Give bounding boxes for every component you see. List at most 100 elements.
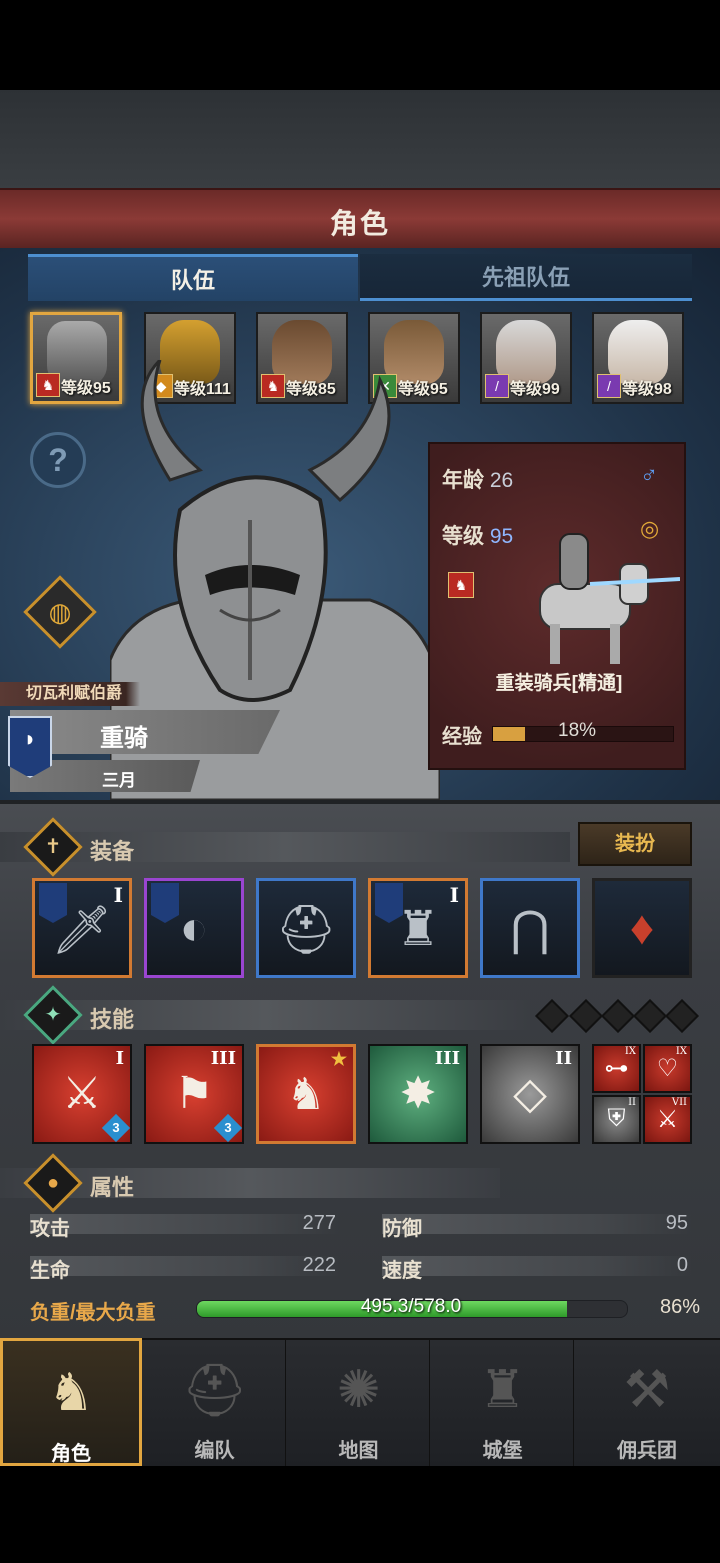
- dress-up-button[interactable]: 装扮: [578, 822, 692, 866]
- equip-slot-weapon[interactable]: 🗡 I: [32, 878, 132, 978]
- exp-label: 经验: [442, 726, 482, 748]
- skill-level: 3: [224, 1120, 232, 1135]
- passive-skill-4[interactable]: ⚔ VII: [643, 1095, 692, 1144]
- load-label: 负重/最大负重: [30, 1302, 156, 1324]
- nav-character[interactable]: ♞ 角色: [0, 1338, 142, 1466]
- defense-icon: ⛨: [607, 1105, 626, 1132]
- skill-1[interactable]: ⚔ I 3: [32, 1044, 132, 1144]
- member-level: 等级95: [61, 380, 111, 397]
- helmet-icon: ⛑: [275, 904, 337, 957]
- sword-icon: 🗡: [51, 904, 113, 957]
- attributes-title: 属性: [90, 1175, 135, 1200]
- age-label: 年龄: [442, 469, 484, 492]
- heart-icon: ♡: [656, 1055, 679, 1082]
- hero-month: 三月: [102, 771, 136, 790]
- passive-skill-2[interactable]: ♡ IX: [643, 1044, 692, 1093]
- stat-attack-label: 攻击: [30, 1218, 70, 1240]
- tab-ancestor-team[interactable]: 先祖队伍: [360, 254, 692, 301]
- gesture-bar-area: [0, 1466, 720, 1563]
- skill-4[interactable]: ✸ III: [368, 1044, 468, 1144]
- nav-castle[interactable]: ♜ 城堡: [432, 1338, 574, 1466]
- dagger-icon: ⚔: [656, 1106, 679, 1133]
- skill-level: 3: [112, 1120, 120, 1135]
- nav-label: 地图: [338, 1440, 379, 1462]
- stat-defense-label: 防御: [382, 1218, 422, 1240]
- compass-icon: ✺: [336, 1361, 381, 1419]
- load-value: 495.3/578.0: [360, 1296, 462, 1317]
- tab-team[interactable]: 队伍: [28, 254, 358, 301]
- stat-hp-label: 生命: [30, 1260, 70, 1282]
- mercenary-icon: ⚒: [623, 1361, 671, 1419]
- nav-formation[interactable]: ⛑ 编队: [144, 1338, 286, 1466]
- banner-skill-icon: ⚑: [174, 1069, 214, 1118]
- equip-slot-amulet[interactable]: ♦: [592, 878, 692, 978]
- faction-banner-icon: ◗: [8, 716, 52, 778]
- equip-slot-greaves[interactable]: ⋂: [480, 878, 580, 978]
- section-band: [0, 832, 570, 862]
- passive-rank: VII: [671, 1097, 687, 1108]
- level-label: 等级: [442, 525, 484, 548]
- skill-rank: III: [434, 1048, 460, 1069]
- passive-rank: IX: [675, 1046, 687, 1057]
- passive-rank: II: [628, 1097, 636, 1108]
- hero-name: 重骑: [100, 725, 148, 752]
- top-spacer: [0, 90, 720, 190]
- title-bar: 角色: [0, 188, 720, 250]
- age-row: 年龄 26: [442, 464, 513, 494]
- charge-skill-icon: ♞: [286, 1070, 326, 1119]
- skill-3[interactable]: ♞ ★: [256, 1044, 356, 1144]
- stat-speed-value: 0: [676, 1254, 688, 1276]
- stat-hp-value: 222: [302, 1254, 336, 1276]
- passive-skill-1[interactable]: ⊶ IX: [592, 1044, 641, 1093]
- status-bar-area: [0, 0, 720, 90]
- shield-icon: ◐: [179, 902, 209, 955]
- nav-mercenary[interactable]: ⚒ 佣兵团: [576, 1338, 718, 1466]
- staff-icon: /: [597, 374, 621, 398]
- equipment-title: 装备: [90, 839, 135, 864]
- passive-skill-3[interactable]: ⛨ II: [592, 1095, 641, 1144]
- nav-label: 城堡: [482, 1440, 523, 1462]
- exp-bar-fill: [493, 727, 526, 741]
- nav-map[interactable]: ✺ 地图: [288, 1338, 430, 1466]
- equip-slot-shield[interactable]: ◐: [144, 878, 244, 978]
- star-icon: ★: [330, 1049, 347, 1070]
- male-icon: ♂: [640, 462, 658, 489]
- hero-title: 切瓦利赋伯爵: [0, 682, 140, 706]
- passive-rank: IX: [624, 1046, 636, 1057]
- equip-rank: I: [449, 883, 459, 907]
- team-member-6[interactable]: / 等级98: [592, 312, 684, 404]
- armor-icon: ♜: [396, 903, 440, 956]
- skill-rank: II: [555, 1048, 572, 1069]
- skill-rank: III: [210, 1048, 236, 1069]
- crystal-hand-icon: ◇: [513, 1069, 547, 1118]
- age-value: 26: [489, 469, 514, 492]
- page-title: 角色: [329, 208, 390, 239]
- help-icon[interactable]: ?: [30, 432, 86, 488]
- skill-5[interactable]: ◇ II: [480, 1044, 580, 1144]
- load-percent: 86%: [659, 1296, 700, 1318]
- equip-rank: I: [113, 883, 123, 907]
- horse-icon: ♞: [36, 373, 60, 397]
- crystal-burst-icon: ✸: [399, 1069, 437, 1118]
- horse-icon: ♞: [448, 572, 474, 598]
- member-level: 等级99: [510, 381, 560, 398]
- equip-slot-armor[interactable]: ♜ I: [368, 878, 468, 978]
- equip-slot-helmet[interactable]: ⛑: [256, 878, 356, 978]
- castle-icon: ♜: [479, 1361, 526, 1419]
- nav-label: 佣兵团: [617, 1440, 677, 1462]
- sword-skill-icon: ⚔: [62, 1069, 102, 1118]
- skill-2[interactable]: ⚑ III 3: [144, 1044, 244, 1144]
- skills-title: 技能: [90, 1007, 135, 1032]
- amulet-icon: ♦: [629, 902, 655, 955]
- dumbbell-icon: ⊶: [604, 1055, 629, 1082]
- helmet-group-icon: ⛑: [181, 1362, 248, 1420]
- nav-label: 角色: [51, 1443, 91, 1465]
- skill-rank: I: [115, 1048, 124, 1069]
- team-member-1[interactable]: ♞ 等级95: [30, 312, 122, 404]
- team-member-5[interactable]: / 等级99: [480, 312, 572, 404]
- stat-attack-value: 277: [302, 1212, 336, 1234]
- staff-icon: /: [485, 374, 509, 398]
- hero-info-panel: 年龄 26 ♂ 等级 95 ◎ ♞ 重装骑兵[精通] 经验 18%: [428, 442, 686, 770]
- stat-defense-value: 95: [665, 1212, 688, 1234]
- skill-level-badge: 3: [101, 1113, 131, 1143]
